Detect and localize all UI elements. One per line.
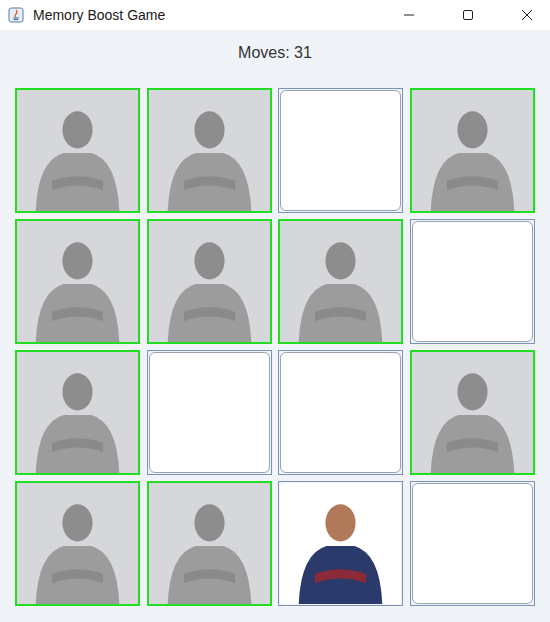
player-photo bbox=[17, 352, 138, 473]
player-photo bbox=[17, 90, 138, 211]
memory-card[interactable] bbox=[15, 481, 140, 606]
title-bar: Memory Boost Game bbox=[0, 0, 550, 30]
memory-card[interactable] bbox=[147, 350, 272, 475]
player-photo bbox=[412, 90, 533, 211]
player-figure-icon bbox=[17, 226, 138, 342]
player-figure-icon bbox=[17, 95, 138, 211]
close-button[interactable] bbox=[504, 0, 550, 30]
player-photo bbox=[149, 221, 270, 342]
memory-card[interactable] bbox=[147, 219, 272, 344]
card-back bbox=[149, 352, 270, 473]
player-photo bbox=[17, 483, 138, 604]
player-figure-icon bbox=[149, 95, 270, 211]
card-back bbox=[280, 352, 401, 473]
game-window: Memory Boost Game Moves: 31 bbox=[0, 0, 550, 622]
memory-card[interactable] bbox=[410, 350, 535, 475]
player-photo bbox=[149, 90, 270, 211]
java-icon bbox=[8, 7, 24, 23]
card-grid bbox=[15, 88, 535, 606]
memory-card[interactable] bbox=[15, 219, 140, 344]
player-figure-icon bbox=[280, 226, 401, 342]
memory-card[interactable] bbox=[147, 481, 272, 606]
player-figure-icon bbox=[149, 488, 270, 604]
memory-card[interactable] bbox=[410, 481, 535, 606]
memory-card[interactable] bbox=[147, 88, 272, 213]
player-figure-icon bbox=[17, 488, 138, 604]
card-back bbox=[280, 90, 401, 211]
window-title: Memory Boost Game bbox=[33, 7, 165, 23]
card-back bbox=[412, 483, 533, 604]
card-back bbox=[412, 221, 533, 342]
memory-card[interactable] bbox=[410, 219, 535, 344]
player-photo bbox=[149, 483, 270, 604]
player-figure-icon bbox=[17, 357, 138, 473]
memory-card[interactable] bbox=[278, 88, 403, 213]
player-figure-icon bbox=[412, 95, 533, 211]
player-figure-icon bbox=[149, 226, 270, 342]
maximize-button[interactable] bbox=[445, 0, 491, 30]
minimize-button[interactable] bbox=[386, 0, 432, 30]
memory-card[interactable] bbox=[410, 88, 535, 213]
memory-card[interactable] bbox=[15, 350, 140, 475]
player-photo bbox=[17, 221, 138, 342]
player-photo bbox=[412, 352, 533, 473]
moves-counter: Moves: 31 bbox=[238, 43, 312, 63]
player-figure-icon bbox=[280, 488, 401, 604]
minimize-icon bbox=[403, 9, 415, 21]
maximize-icon bbox=[462, 9, 474, 21]
memory-card[interactable] bbox=[278, 350, 403, 475]
game-area: Moves: 31 bbox=[0, 30, 550, 622]
memory-card[interactable] bbox=[15, 88, 140, 213]
player-figure-icon bbox=[412, 357, 533, 473]
memory-card[interactable] bbox=[278, 481, 403, 606]
player-photo bbox=[280, 483, 401, 604]
player-photo bbox=[280, 221, 401, 342]
close-icon bbox=[521, 9, 533, 21]
memory-card[interactable] bbox=[278, 219, 403, 344]
